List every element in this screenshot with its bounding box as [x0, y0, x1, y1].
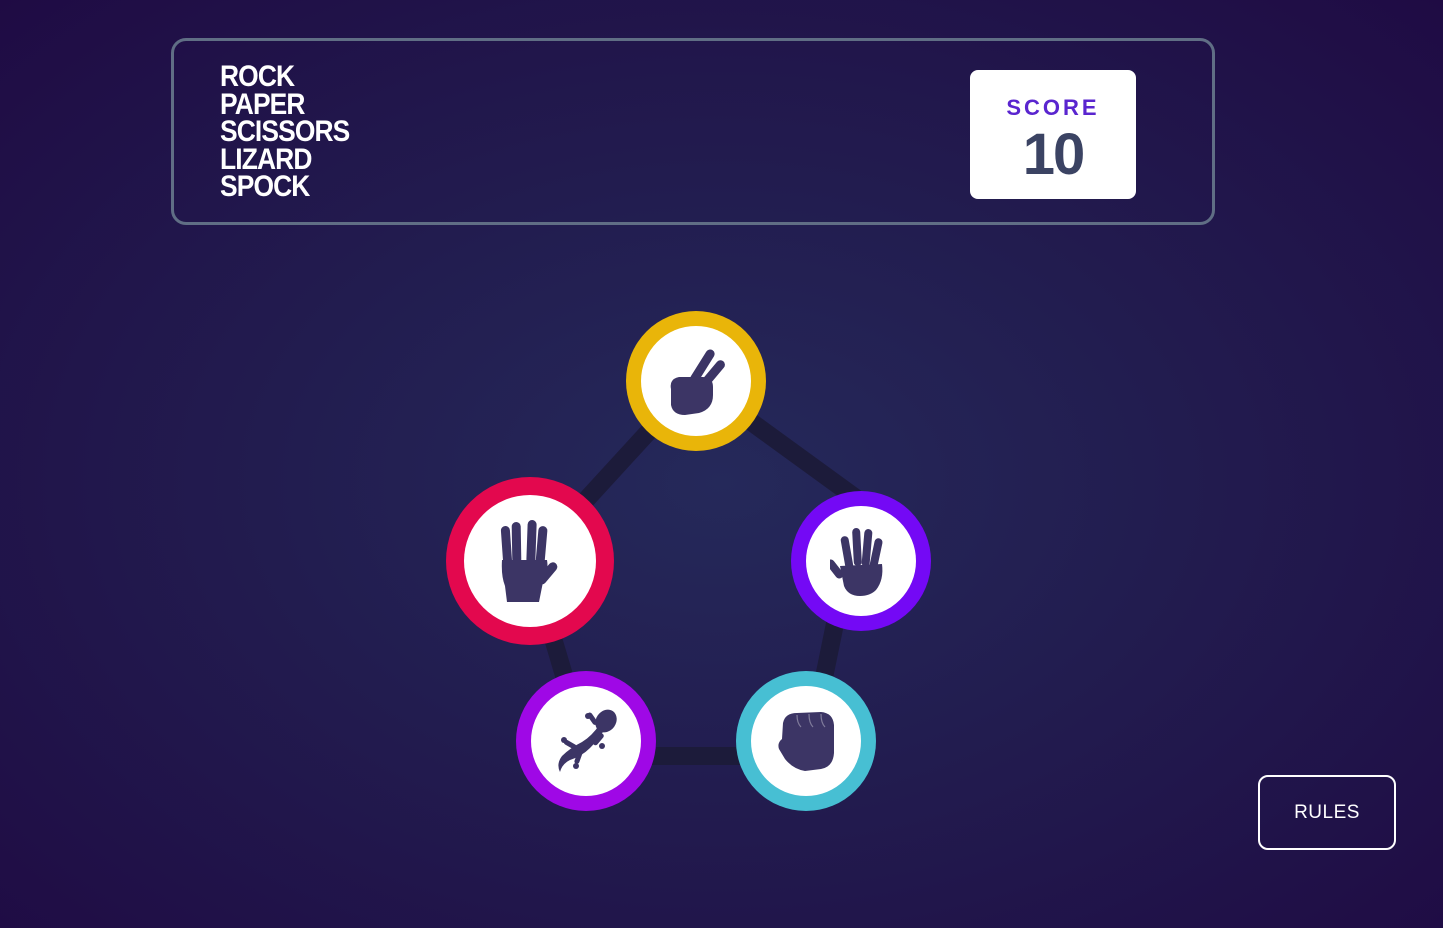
paper-chip-face: [806, 506, 916, 616]
lizard-icon: [558, 709, 617, 772]
game-board: [0, 0, 1443, 928]
paper-choice-button[interactable]: [791, 491, 931, 631]
pentagon-background: [521, 372, 869, 765]
spock-choice-button[interactable]: [446, 477, 614, 645]
spock-hand-icon: [500, 520, 558, 602]
scissors-chip-face: [641, 326, 751, 436]
rock-fist-icon: [778, 712, 834, 771]
lizard-choice-button[interactable]: [516, 671, 656, 811]
rock-chip-face: [751, 686, 861, 796]
paper-hand-icon: [830, 528, 883, 596]
scissors-choice-button[interactable]: [626, 311, 766, 451]
spock-chip-face: [464, 495, 596, 627]
lizard-chip-face: [531, 686, 641, 796]
rock-choice-button[interactable]: [736, 671, 876, 811]
rules-button[interactable]: RULES: [1258, 775, 1396, 850]
scissors-hand-icon: [670, 349, 725, 415]
